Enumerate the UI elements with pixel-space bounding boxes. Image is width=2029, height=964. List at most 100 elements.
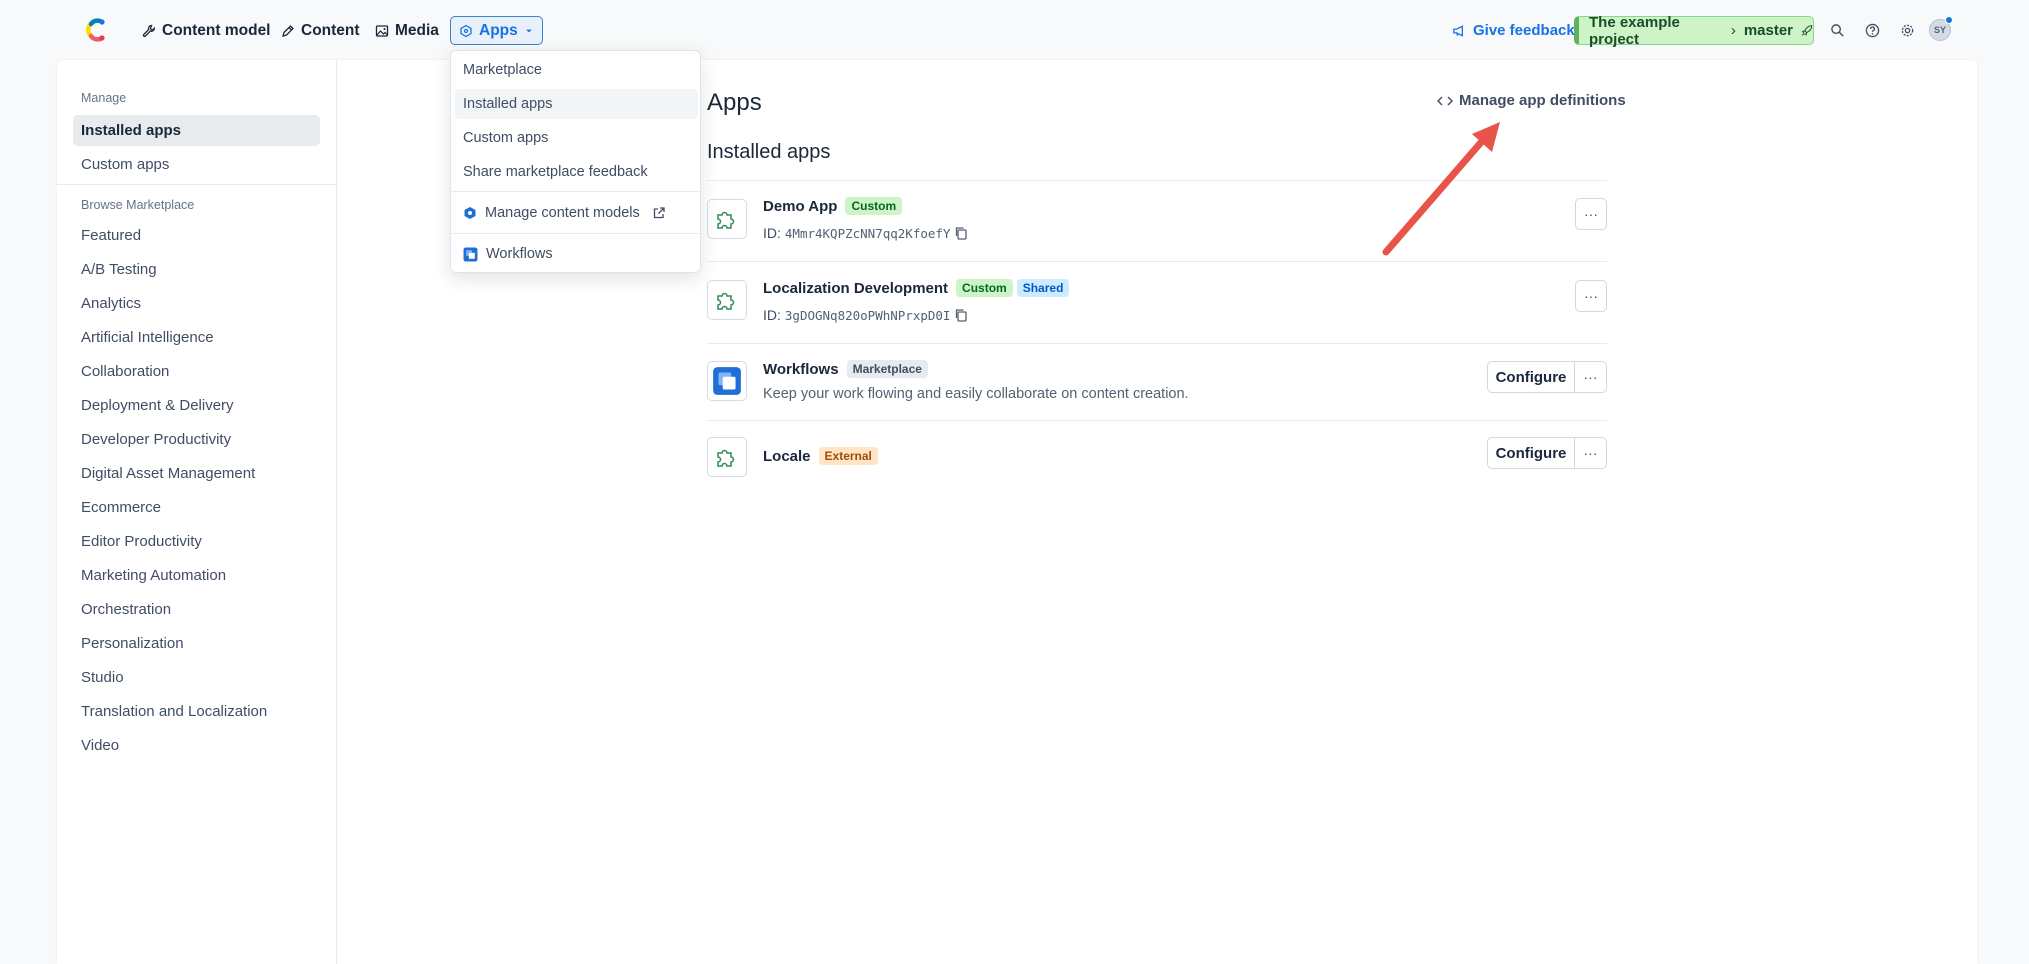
chevron-right-icon: › [1730,22,1736,39]
nav-label: Media [395,21,439,39]
rocket-icon [1801,25,1813,36]
menu-item-installed-apps[interactable]: Installed apps [455,89,698,119]
gear-icon [1901,24,1913,36]
nav-content[interactable]: Content [281,17,360,44]
nav-content-model[interactable]: Content model [142,17,271,44]
sidebar-item-video[interactable]: Video [73,730,320,761]
app-id-value: 4Mmr4KQPZcNN7qq2KfoefY [784,225,951,241]
copy-icon[interactable] [954,308,968,322]
sidebar-item-installed-apps[interactable]: Installed apps [73,115,320,146]
menu-item-label: Workflows [486,246,553,262]
sidebar-item-collaboration[interactable]: Collaboration [73,356,320,387]
menu-item-label: Installed apps [463,96,553,112]
avatar-initials: SY [1933,25,1946,35]
menu-item-label: Marketplace [463,62,542,78]
sidebar-item-studio[interactable]: Studio [73,662,320,693]
sidebar-heading-manage: Manage [81,91,127,105]
app-name: Demo App Custom [763,197,903,215]
menu-item-workflows[interactable]: Workflows [455,239,698,269]
caret-down-icon [525,29,532,32]
nav-label: Content [301,21,360,39]
help-button[interactable] [1861,19,1883,41]
contentful-logo[interactable] [82,16,108,44]
megaphone-icon [1453,24,1463,37]
menu-item-label: Manage content models [485,205,640,221]
image-icon [375,24,389,37]
content-models-app-icon [464,207,476,219]
nav-label: Apps [479,21,518,39]
custom-badge: Custom [845,197,903,215]
menu-item-marketplace[interactable]: Marketplace [455,55,698,85]
sidebar-item-personalization[interactable]: Personalization [73,628,320,659]
sidebar-item-marketing-automation[interactable]: Marketing Automation [73,560,320,591]
page-title: Apps [707,89,762,116]
menu-item-share-marketplace-feedback[interactable]: Share marketplace feedback [455,157,698,187]
menu-item-manage-content-models[interactable]: Manage content models [455,198,698,228]
menu-item-custom-apps[interactable]: Custom apps [455,123,698,153]
sidebar-item-ab-testing[interactable]: A/B Testing [73,254,320,285]
more-actions-button[interactable]: ··· [1575,198,1607,230]
help-icon [1865,23,1879,37]
manage-link-label: Manage app definitions [1459,92,1626,109]
more-actions-button[interactable]: ··· [1575,280,1607,312]
shared-badge: Shared [1016,279,1070,297]
app-name: Localization Development Custom Shared [763,279,1070,297]
sidebar-item-ecommerce[interactable]: Ecommerce [73,492,320,523]
sidebar-divider [57,184,336,185]
app-title: Demo App [763,197,838,215]
app-row-localization-development: Localization Development Custom Shared I… [707,262,1607,342]
configure-button[interactable]: Configure [1487,361,1575,393]
app-id-label: ID: [763,307,781,323]
workflows-app-icon [463,247,478,261]
sidebar-item-deployment-delivery[interactable]: Deployment & Delivery [73,390,320,421]
search-button[interactable] [1826,19,1848,41]
sidebar-item-analytics[interactable]: Analytics [73,288,320,319]
more-actions-button[interactable]: ··· [1575,437,1607,469]
sidebar-item-digital-asset-management[interactable]: Digital Asset Management [73,458,320,489]
app-id-label: ID: [763,225,781,241]
sidebar-heading-browse: Browse Marketplace [81,198,195,212]
sidebar-item-translation-localization[interactable]: Translation and Localization [73,696,320,727]
nav-media[interactable]: Media [375,17,439,44]
menu-item-label: Share marketplace feedback [463,164,648,180]
top-navigation: Content model Content Media Apps Give fe… [0,0,2029,60]
app-title: Locale [763,447,811,465]
menu-item-label: Custom apps [463,130,549,146]
app-id: ID: 3gDOGNq820oPWhNPrxpD0I [763,307,968,323]
feedback-label: Give feedback [1473,22,1575,39]
wrench-icon [142,24,155,37]
apps-icon [460,24,472,37]
app-title: Localization Development [763,279,949,297]
nav-apps[interactable]: Apps [450,16,543,45]
puzzle-icon [707,280,747,320]
notification-dot [1945,16,1953,24]
section-title: Installed apps [707,141,831,163]
puzzle-icon [707,199,747,239]
external-badge: External [818,447,878,465]
sidebar-item-featured[interactable]: Featured [73,220,320,251]
give-feedback-link[interactable]: Give feedback [1452,17,1575,44]
app-name: Locale External [763,447,878,465]
apps-sidebar: Manage Installed apps Custom apps Browse… [57,60,337,964]
manage-app-definitions-link[interactable]: Manage app definitions [1437,92,1626,109]
sidebar-item-developer-productivity[interactable]: Developer Productivity [73,424,320,455]
marketplace-badge: Marketplace [846,360,928,378]
puzzle-icon [707,437,747,477]
app-description: Keep your work flowing and easily collab… [763,386,1189,402]
settings-button[interactable] [1896,19,1918,41]
environment-switcher[interactable]: The example project › master [1574,14,1814,48]
nav-label: Content model [162,21,271,39]
sidebar-item-orchestration[interactable]: Orchestration [73,594,320,625]
app-row-locale: Locale External Configure ··· [707,421,1607,495]
copy-icon[interactable] [954,226,968,240]
sidebar-item-editor-productivity[interactable]: Editor Productivity [73,526,320,557]
sidebar-item-artificial-intelligence[interactable]: Artificial Intelligence [73,322,320,353]
apps-dropdown-menu: Marketplace Installed apps Custom apps S… [450,50,701,273]
sidebar-item-custom-apps[interactable]: Custom apps [73,149,320,180]
external-link-icon [653,207,665,219]
configure-button[interactable]: Configure [1487,437,1575,469]
more-actions-button[interactable]: ··· [1575,361,1607,393]
workflows-logo-icon [707,361,747,401]
menu-divider [451,233,700,234]
search-icon [1830,23,1844,37]
